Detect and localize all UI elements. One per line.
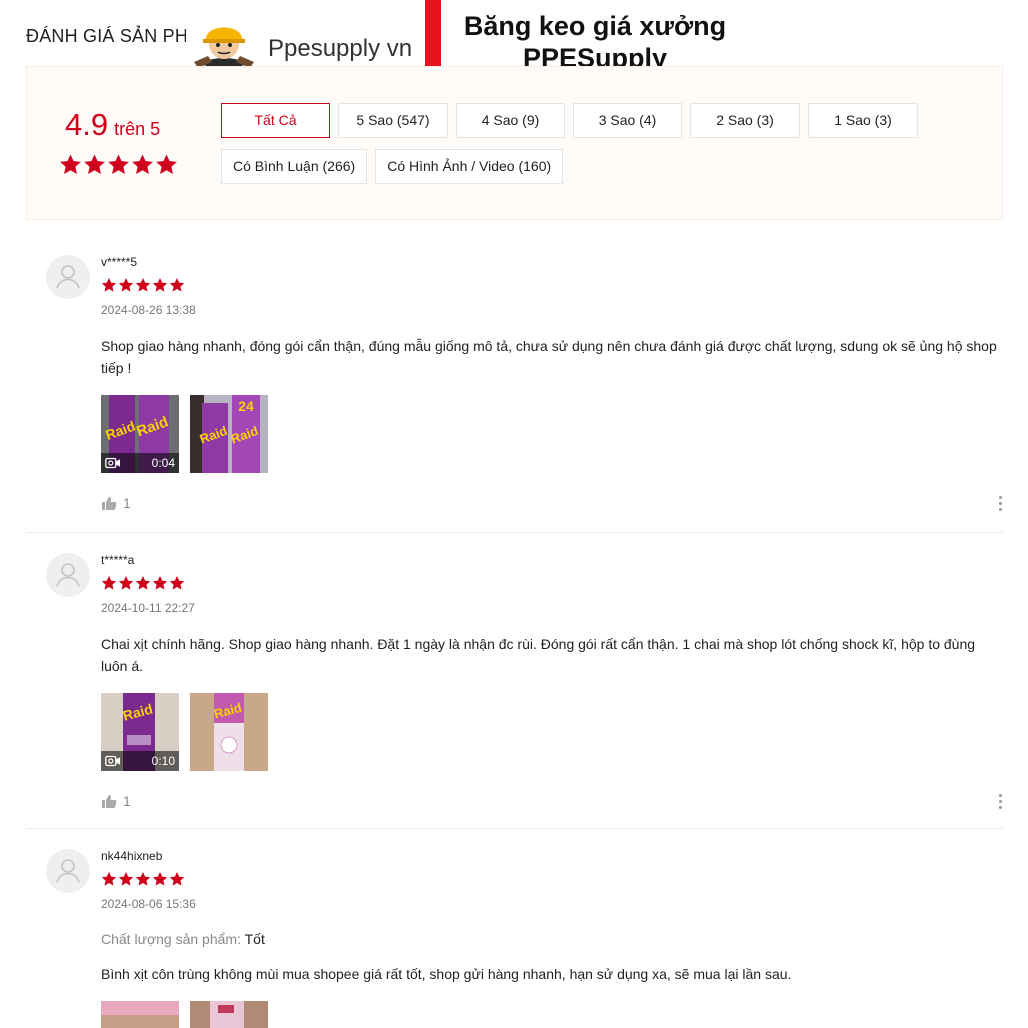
product-photo: Raid — [190, 693, 268, 771]
review-video-thumbnail[interactable]: Raid 0:10 — [101, 693, 179, 771]
review-image-thumbnail[interactable] — [190, 1001, 268, 1028]
star-icon — [101, 871, 117, 887]
review-username: nk44hixneb — [101, 849, 163, 863]
product-quality-attribute: Chất lượng sản phẩm: Tốt — [101, 931, 265, 947]
video-duration: 0:04 — [151, 456, 175, 470]
score-suffix: trên 5 — [114, 119, 161, 139]
more-options-icon[interactable] — [992, 791, 1008, 811]
star-icon — [118, 277, 134, 293]
review-comment: Shop giao hàng nhanh, đóng gói cẩn thận,… — [101, 338, 997, 376]
product-photo: 24 Raid Raid — [190, 395, 268, 473]
review-media: Raid Raid 0:04 24 Raid Raid — [101, 395, 268, 473]
watermark-brand: Ppesupply vn — [268, 35, 413, 62]
rating-summary: 4.9 trên 5 Tất Cả 5 Sao (547) 4 Sao (9) … — [26, 66, 1003, 220]
review-comment: Bình xịt côn trùng không mùi mua shopee … — [101, 966, 792, 982]
review-rating-stars — [101, 871, 185, 887]
thumbs-up-icon — [101, 496, 117, 511]
video-duration-bar: 0:04 — [101, 453, 179, 473]
review-image-thumbnail[interactable]: Raid — [190, 693, 268, 771]
star-icon — [83, 153, 106, 176]
avatar-placeholder-icon — [46, 849, 90, 893]
review-video-thumbnail[interactable]: Raid Raid 0:04 — [101, 395, 179, 473]
review-item: nk44hixneb 2024-08-06 15:36 Chất lượng s… — [26, 829, 1003, 1028]
star-icon — [131, 153, 154, 176]
like-button[interactable]: 1 — [101, 495, 131, 511]
star-icon — [135, 871, 151, 887]
video-duration: 0:10 — [151, 754, 175, 768]
review-date: 2024-08-06 15:36 — [101, 897, 196, 911]
star-icon — [135, 575, 151, 591]
filter-all[interactable]: Tất Cả — [221, 103, 330, 138]
thumbs-up-icon — [101, 794, 117, 809]
star-icon — [155, 153, 178, 176]
review-image-thumbnail[interactable] — [101, 1001, 179, 1028]
star-icon — [152, 575, 168, 591]
star-icon — [118, 871, 134, 887]
review-rating-stars — [101, 575, 185, 591]
watermark-headline-line1: Băng keo giá xưởng — [463, 11, 727, 41]
watermark-headline: Băng keo giá xưởng PPESupply — [445, 10, 745, 74]
filter-with-media[interactable]: Có Hình Ảnh / Video (160) — [375, 149, 564, 184]
review-item: t*****a 2024-10-11 22:27 Chai xịt chính … — [26, 533, 1003, 829]
watermark-red-bar — [425, 0, 441, 76]
like-button[interactable]: 1 — [101, 793, 131, 809]
rating-filters: Tất Cả 5 Sao (547) 4 Sao (9) 3 Sao (4) 2… — [221, 103, 941, 184]
filter-1-star[interactable]: 1 Sao (3) — [808, 103, 918, 138]
summary-stars — [59, 153, 178, 176]
star-icon — [59, 153, 82, 176]
review-rating-stars — [101, 277, 185, 293]
review-date: 2024-10-11 22:27 — [101, 601, 195, 615]
star-icon — [152, 277, 168, 293]
more-options-icon[interactable] — [992, 493, 1008, 513]
avatar[interactable] — [46, 849, 90, 893]
quality-label: Chất lượng sản phẩm: — [101, 931, 241, 947]
avatar-placeholder-icon — [46, 553, 90, 597]
review-username: t*****a — [101, 553, 135, 567]
star-icon — [169, 277, 185, 293]
star-icon — [169, 575, 185, 591]
star-icon — [101, 575, 117, 591]
like-count: 1 — [123, 495, 131, 511]
star-icon — [135, 277, 151, 293]
review-date: 2024-08-26 13:38 — [101, 303, 196, 317]
product-photo — [101, 1001, 179, 1028]
svg-text:24: 24 — [238, 398, 254, 414]
video-duration-bar: 0:10 — [101, 751, 179, 771]
avatar[interactable] — [46, 255, 90, 299]
star-icon — [152, 871, 168, 887]
star-icon — [107, 153, 130, 176]
review-item: v*****5 2024-08-26 13:38 Shop giao hàng … — [26, 235, 1003, 533]
overall-score: 4.9 trên 5 — [65, 107, 160, 143]
star-icon — [118, 575, 134, 591]
video-camera-icon — [105, 755, 121, 767]
filter-3-star[interactable]: 3 Sao (4) — [573, 103, 682, 138]
review-image-thumbnail[interactable]: 24 Raid Raid — [190, 395, 268, 473]
review-media — [101, 1001, 268, 1028]
star-icon — [101, 277, 117, 293]
like-count: 1 — [123, 793, 131, 809]
product-photo — [190, 1001, 268, 1028]
review-media: Raid 0:10 Raid — [101, 693, 268, 771]
filter-4-star[interactable]: 4 Sao (9) — [456, 103, 565, 138]
filter-2-star[interactable]: 2 Sao (3) — [690, 103, 800, 138]
review-comment: Chai xịt chính hãng. Shop giao hàng nhan… — [101, 636, 976, 674]
filter-with-comments[interactable]: Có Bình Luận (266) — [221, 149, 368, 184]
review-username: v*****5 — [101, 255, 138, 269]
star-icon — [169, 871, 185, 887]
video-camera-icon — [105, 457, 121, 469]
score-value: 4.9 — [65, 107, 109, 142]
avatar[interactable] — [46, 553, 90, 597]
quality-value: Tốt — [244, 931, 265, 947]
filter-5-star[interactable]: 5 Sao (547) — [338, 103, 448, 138]
avatar-placeholder-icon — [46, 255, 90, 299]
